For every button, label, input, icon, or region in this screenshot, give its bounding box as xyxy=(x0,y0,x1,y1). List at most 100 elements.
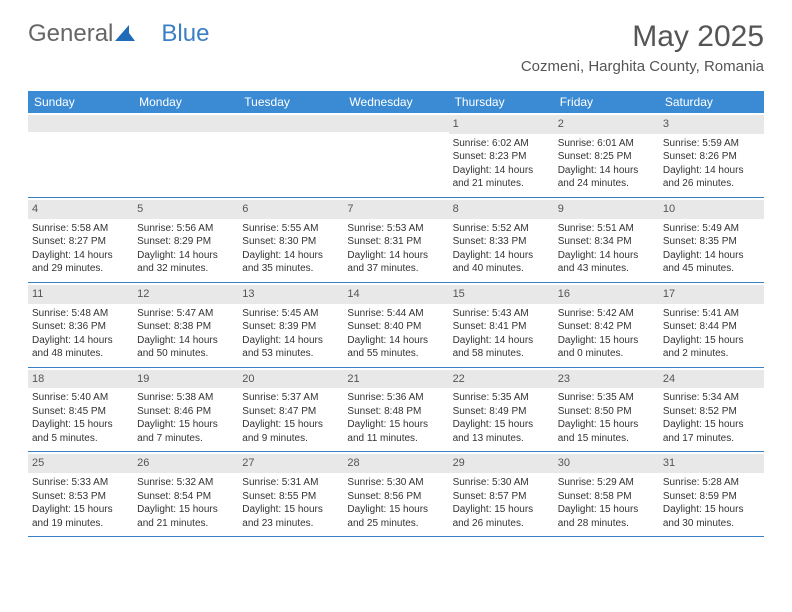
sunrise-text: Sunrise: 5:48 AM xyxy=(32,307,129,321)
calendar-cell: 12Sunrise: 5:47 AMSunset: 8:38 PMDayligh… xyxy=(133,283,238,368)
day-number: 22 xyxy=(449,370,554,389)
sunrise-text: Sunrise: 5:28 AM xyxy=(663,476,760,490)
weekday-header-row: Sunday Monday Tuesday Wednesday Thursday… xyxy=(28,91,764,113)
sunset-text: Sunset: 8:56 PM xyxy=(347,490,444,504)
sunset-text: Sunset: 8:44 PM xyxy=(663,320,760,334)
sunset-text: Sunset: 8:38 PM xyxy=(137,320,234,334)
daylight-text-2: and 43 minutes. xyxy=(558,262,655,276)
daylight-text-1: Daylight: 14 hours xyxy=(453,334,550,348)
daylight-text-2: and 23 minutes. xyxy=(242,517,339,531)
daylight-text-2: and 21 minutes. xyxy=(453,177,550,191)
sunset-text: Sunset: 8:47 PM xyxy=(242,405,339,419)
daylight-text-1: Daylight: 15 hours xyxy=(137,418,234,432)
sunrise-text: Sunrise: 5:41 AM xyxy=(663,307,760,321)
sunset-text: Sunset: 8:45 PM xyxy=(32,405,129,419)
daylight-text-1: Daylight: 15 hours xyxy=(663,334,760,348)
sunrise-text: Sunrise: 5:33 AM xyxy=(32,476,129,490)
sunset-text: Sunset: 8:48 PM xyxy=(347,405,444,419)
day-number: 8 xyxy=(449,200,554,219)
day-number: 5 xyxy=(133,200,238,219)
sunrise-text: Sunrise: 5:55 AM xyxy=(242,222,339,236)
daylight-text-1: Daylight: 14 hours xyxy=(242,249,339,263)
daylight-text-2: and 19 minutes. xyxy=(32,517,129,531)
weekday-thursday: Thursday xyxy=(449,91,554,113)
daylight-text-1: Daylight: 15 hours xyxy=(32,418,129,432)
calendar-cell: 27Sunrise: 5:31 AMSunset: 8:55 PMDayligh… xyxy=(238,452,343,537)
daylight-text-1: Daylight: 14 hours xyxy=(137,334,234,348)
calendar-cell: 25Sunrise: 5:33 AMSunset: 8:53 PMDayligh… xyxy=(28,452,133,537)
calendar-cell: 18Sunrise: 5:40 AMSunset: 8:45 PMDayligh… xyxy=(28,368,133,453)
day-number: 9 xyxy=(554,200,659,219)
sunset-text: Sunset: 8:25 PM xyxy=(558,150,655,164)
calendar-cell: 20Sunrise: 5:37 AMSunset: 8:47 PMDayligh… xyxy=(238,368,343,453)
day-number: 31 xyxy=(659,454,764,473)
sunrise-text: Sunrise: 5:43 AM xyxy=(453,307,550,321)
calendar-cell-empty xyxy=(28,113,133,198)
sunset-text: Sunset: 8:26 PM xyxy=(663,150,760,164)
weekday-saturday: Saturday xyxy=(659,91,764,113)
calendar-cell: 29Sunrise: 5:30 AMSunset: 8:57 PMDayligh… xyxy=(449,452,554,537)
sunset-text: Sunset: 8:29 PM xyxy=(137,235,234,249)
daylight-text-1: Daylight: 15 hours xyxy=(242,418,339,432)
calendar-cell: 3Sunrise: 5:59 AMSunset: 8:26 PMDaylight… xyxy=(659,113,764,198)
daylight-text-2: and 24 minutes. xyxy=(558,177,655,191)
calendar-cell: 16Sunrise: 5:42 AMSunset: 8:42 PMDayligh… xyxy=(554,283,659,368)
sunrise-text: Sunrise: 5:42 AM xyxy=(558,307,655,321)
sunset-text: Sunset: 8:46 PM xyxy=(137,405,234,419)
daylight-text-2: and 17 minutes. xyxy=(663,432,760,446)
day-number xyxy=(133,115,238,132)
day-number: 10 xyxy=(659,200,764,219)
calendar-cell: 13Sunrise: 5:45 AMSunset: 8:39 PMDayligh… xyxy=(238,283,343,368)
logo-sail-icon xyxy=(115,20,135,48)
sunset-text: Sunset: 8:33 PM xyxy=(453,235,550,249)
daylight-text-2: and 45 minutes. xyxy=(663,262,760,276)
sunset-text: Sunset: 8:49 PM xyxy=(453,405,550,419)
sunrise-text: Sunrise: 5:52 AM xyxy=(453,222,550,236)
daylight-text-2: and 58 minutes. xyxy=(453,347,550,361)
header: General Blue May 2025 Cozmeni, Harghita … xyxy=(0,0,792,83)
sunset-text: Sunset: 8:58 PM xyxy=(558,490,655,504)
day-number: 4 xyxy=(28,200,133,219)
sunrise-text: Sunrise: 5:36 AM xyxy=(347,391,444,405)
sunset-text: Sunset: 8:50 PM xyxy=(558,405,655,419)
day-number: 30 xyxy=(554,454,659,473)
sunrise-text: Sunrise: 5:45 AM xyxy=(242,307,339,321)
daylight-text-1: Daylight: 14 hours xyxy=(32,249,129,263)
page-title: May 2025 xyxy=(521,20,764,54)
calendar-cell: 22Sunrise: 5:35 AMSunset: 8:49 PMDayligh… xyxy=(449,368,554,453)
sunrise-text: Sunrise: 5:35 AM xyxy=(453,391,550,405)
sunrise-text: Sunrise: 5:31 AM xyxy=(242,476,339,490)
daylight-text-1: Daylight: 15 hours xyxy=(558,334,655,348)
day-number: 28 xyxy=(343,454,448,473)
daylight-text-2: and 40 minutes. xyxy=(453,262,550,276)
daylight-text-2: and 26 minutes. xyxy=(663,177,760,191)
calendar-cell: 23Sunrise: 5:35 AMSunset: 8:50 PMDayligh… xyxy=(554,368,659,453)
sunset-text: Sunset: 8:30 PM xyxy=(242,235,339,249)
day-number xyxy=(238,115,343,132)
sunrise-text: Sunrise: 6:01 AM xyxy=(558,137,655,151)
calendar-cell: 28Sunrise: 5:30 AMSunset: 8:56 PMDayligh… xyxy=(343,452,448,537)
calendar-cell: 10Sunrise: 5:49 AMSunset: 8:35 PMDayligh… xyxy=(659,198,764,283)
day-number: 13 xyxy=(238,285,343,304)
daylight-text-2: and 55 minutes. xyxy=(347,347,444,361)
day-number: 7 xyxy=(343,200,448,219)
calendar-cell: 15Sunrise: 5:43 AMSunset: 8:41 PMDayligh… xyxy=(449,283,554,368)
daylight-text-1: Daylight: 15 hours xyxy=(558,418,655,432)
calendar-cell: 17Sunrise: 5:41 AMSunset: 8:44 PMDayligh… xyxy=(659,283,764,368)
daylight-text-1: Daylight: 15 hours xyxy=(558,503,655,517)
calendar-cell: 31Sunrise: 5:28 AMSunset: 8:59 PMDayligh… xyxy=(659,452,764,537)
sunrise-text: Sunrise: 5:35 AM xyxy=(558,391,655,405)
daylight-text-2: and 5 minutes. xyxy=(32,432,129,446)
day-number xyxy=(28,115,133,132)
weekday-monday: Monday xyxy=(133,91,238,113)
day-number: 14 xyxy=(343,285,448,304)
daylight-text-1: Daylight: 14 hours xyxy=(453,164,550,178)
sunrise-text: Sunrise: 5:51 AM xyxy=(558,222,655,236)
day-number: 3 xyxy=(659,115,764,134)
daylight-text-2: and 15 minutes. xyxy=(558,432,655,446)
sunrise-text: Sunrise: 5:29 AM xyxy=(558,476,655,490)
weekday-wednesday: Wednesday xyxy=(343,91,448,113)
sunset-text: Sunset: 8:52 PM xyxy=(663,405,760,419)
sunrise-text: Sunrise: 5:53 AM xyxy=(347,222,444,236)
sunset-text: Sunset: 8:27 PM xyxy=(32,235,129,249)
